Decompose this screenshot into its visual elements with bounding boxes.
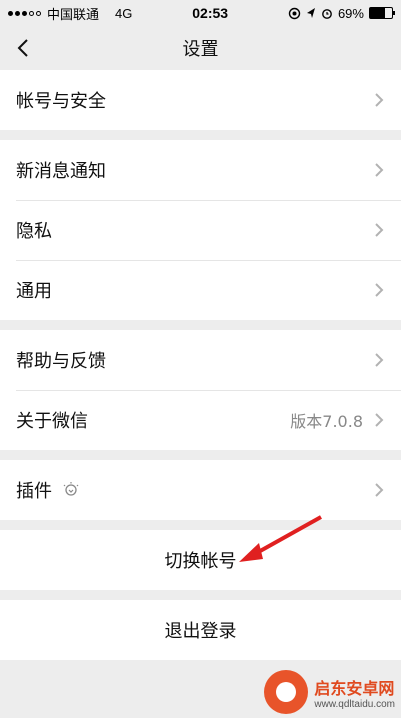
battery-icon <box>368 7 395 19</box>
group-account: 帐号与安全 <box>0 70 401 130</box>
row-label: 帮助与反馈 <box>16 351 106 372</box>
plugins-label-wrap: 插件 <box>16 477 373 503</box>
row-new-message-notification[interactable]: 新消息通知 <box>0 140 401 200</box>
logout-button[interactable]: 退出登录 <box>0 600 401 660</box>
row-general[interactable]: 通用 <box>0 260 401 320</box>
row-label: 通用 <box>16 281 52 302</box>
chevron-right-icon <box>375 483 384 497</box>
switch-account-button[interactable]: 切换帐号 <box>0 530 401 590</box>
status-bar: 中国联通 4G 02:53 69% <box>0 0 401 26</box>
orientation-lock-icon <box>288 7 301 19</box>
alarm-icon <box>322 9 332 19</box>
button-label: 退出登录 <box>164 621 237 642</box>
row-label: 新消息通知 <box>16 161 106 182</box>
watermark: 启东安卓网 www.qdltaidu.com <box>264 670 395 714</box>
row-label: 关于微信 <box>16 411 88 432</box>
signal-icon <box>8 10 41 16</box>
status-time: 02:53 <box>192 5 229 21</box>
button-label: 切换帐号 <box>164 551 237 572</box>
lightbulb-icon <box>63 482 79 496</box>
status-left: 中国联通 4G <box>8 4 132 23</box>
red-arrow-annotation <box>239 515 322 562</box>
watermark-logo-icon <box>264 670 309 714</box>
row-label: 插件 <box>16 481 52 502</box>
page-title: 设置 <box>182 39 219 60</box>
group-general-settings: 新消息通知 隐私 通用 <box>0 140 401 320</box>
watermark-text: 启东安卓网 www.qdltaidu.com <box>314 675 395 710</box>
chevron-right-icon <box>375 413 384 427</box>
group-switch-account: 切换帐号 <box>0 530 401 590</box>
row-account-security[interactable]: 帐号与安全 <box>0 70 401 130</box>
row-help-feedback[interactable]: 帮助与反馈 <box>0 330 401 390</box>
row-label: 隐私 <box>16 221 52 242</box>
row-about-wechat[interactable]: 关于微信 版本7.0.8 <box>0 390 401 450</box>
watermark-title: 启东安卓网 <box>314 678 395 698</box>
group-logout: 退出登录 <box>0 600 401 660</box>
nav-bar: 设置 <box>0 26 401 70</box>
watermark-url: www.qdltaidu.com <box>314 698 395 710</box>
carrier-label: 中国联通 <box>47 6 100 22</box>
row-plugins[interactable]: 插件 <box>0 460 401 520</box>
row-privacy[interactable]: 隐私 <box>0 200 401 260</box>
version-value: 版本7.0.8 <box>290 412 363 431</box>
status-right: 69% <box>288 5 395 21</box>
group-help-about: 帮助与反馈 关于微信 版本7.0.8 <box>0 330 401 450</box>
battery-percent: 69% <box>337 5 364 21</box>
group-plugins: 插件 <box>0 460 401 520</box>
network-type: 4G <box>115 5 133 21</box>
chevron-right-icon <box>375 223 384 237</box>
chevron-right-icon <box>375 93 384 107</box>
back-icon[interactable] <box>12 36 36 60</box>
location-icon <box>306 8 315 18</box>
chevron-right-icon <box>375 163 384 177</box>
row-label: 帐号与安全 <box>16 91 106 112</box>
chevron-right-icon <box>375 353 384 367</box>
chevron-right-icon <box>375 283 384 297</box>
